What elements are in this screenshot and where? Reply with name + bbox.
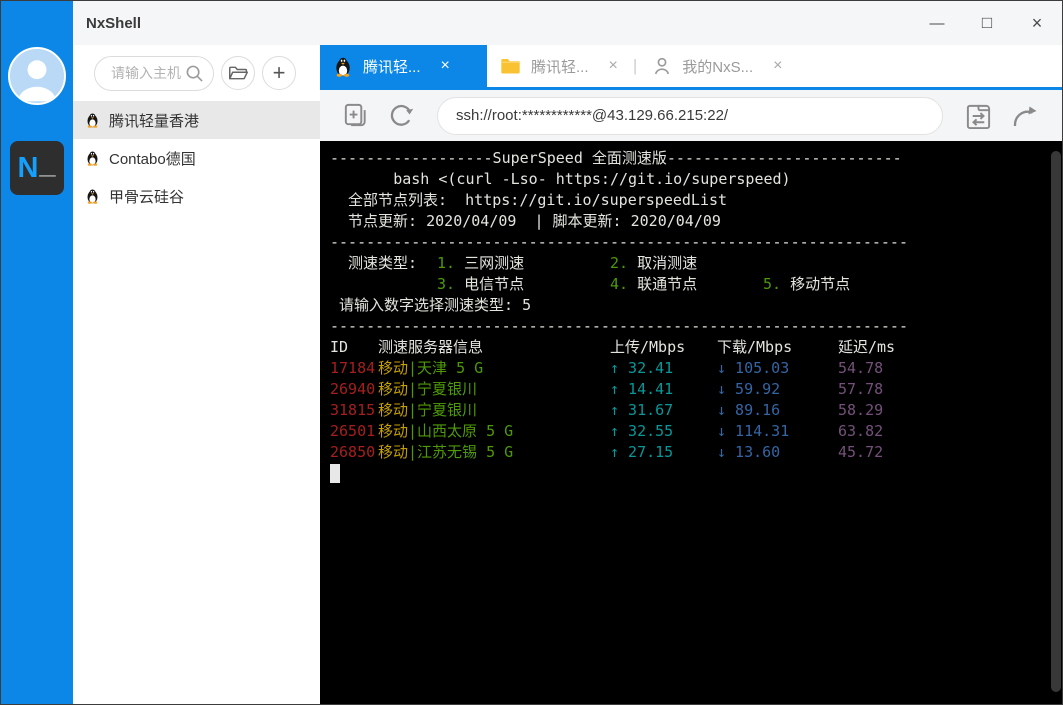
new-page-icon [341, 101, 370, 130]
url-input[interactable] [454, 106, 926, 125]
plus-icon: + [273, 62, 286, 84]
file-transfer-icon [964, 102, 993, 130]
open-folder-button[interactable] [221, 56, 255, 90]
tab-strip: 腾讯轻... × 腾讯轻... × | [320, 45, 1062, 90]
speedtest-row: 26850移动|江苏无锡 5 G↑ 27.15↓ 13.6045.72 [330, 442, 1048, 463]
reload-icon [386, 101, 416, 131]
redo-arrow-icon [1009, 102, 1039, 129]
tab-close-icon[interactable]: × [773, 57, 782, 75]
speedtest-row: 31815移动|宁夏银川↑ 31.67↓ 89.1658.29 [330, 400, 1048, 421]
user-icon [652, 56, 672, 76]
file-transfer-button[interactable] [959, 102, 998, 130]
speedtest-row: 26940移动|宁夏银川↑ 14.41↓ 59.9257.78 [330, 379, 1048, 400]
search-input-wrap [94, 56, 214, 91]
tux-icon [85, 150, 100, 166]
tab-label: 我的NxS... [682, 56, 753, 77]
url-field-wrap [437, 97, 943, 135]
speedtest-row: 17184移动|天津 5 G↑ 32.41↓ 105.0354.78 [330, 358, 1048, 379]
tab-label: 腾讯轻... [531, 56, 589, 77]
minimize-button[interactable]: — [912, 1, 962, 45]
tab-sftp-tencent[interactable]: 腾讯轻... × [487, 45, 631, 87]
terminal-cursor [330, 464, 340, 483]
logo-n: N [17, 152, 39, 185]
tab-session-tencent[interactable]: 腾讯轻... × [320, 45, 487, 87]
host-label: Contabo德国 [109, 148, 196, 169]
nxshell-window: N_ NxShell — □ × [0, 0, 1063, 705]
folder-open-icon [228, 64, 249, 82]
search-icon [185, 64, 204, 83]
terminal[interactable]: ------------------SuperSpeed 全面测速版------… [320, 141, 1062, 704]
reload-button[interactable] [381, 101, 421, 131]
host-item-contabo-de[interactable]: Contabo德国 [73, 139, 320, 177]
host-item-oracle-sv[interactable]: 甲骨云硅谷 [73, 177, 320, 215]
forward-button[interactable] [1004, 102, 1044, 129]
nxshell-logo[interactable]: N_ [10, 141, 64, 195]
tux-icon [85, 112, 100, 128]
tux-icon [85, 188, 100, 204]
titlebar: NxShell — □ × [73, 1, 1062, 45]
sidebar-rail: N_ [1, 1, 73, 704]
host-panel: + 腾讯轻量香港 [73, 45, 320, 704]
tab-close-icon[interactable]: × [609, 57, 618, 75]
user-avatar[interactable] [8, 47, 66, 105]
host-item-tencent-hk[interactable]: 腾讯轻量香港 [73, 101, 320, 139]
maximize-button[interactable]: □ [962, 1, 1012, 45]
tab-close-icon[interactable]: × [441, 57, 450, 75]
tab-my-nxshell[interactable]: 我的NxS... × [639, 45, 795, 87]
host-toolbar: + [73, 45, 320, 101]
tux-icon [333, 56, 353, 77]
window-controls: — □ × [912, 1, 1062, 45]
tab-label: 腾讯轻... [363, 56, 421, 77]
tab-separator: | [631, 56, 639, 76]
terminal-scrollbar-thumb[interactable] [1051, 151, 1061, 692]
host-list: 腾讯轻量香港 Contabo德国 [73, 101, 320, 704]
logo-underscore: _ [39, 148, 56, 181]
close-button[interactable]: × [1012, 1, 1062, 45]
host-label: 甲骨云硅谷 [109, 186, 184, 207]
add-host-button[interactable]: + [262, 56, 296, 90]
folder-icon [500, 57, 521, 75]
app-title: NxShell [86, 15, 141, 32]
person-icon [10, 49, 64, 103]
search-input[interactable] [109, 64, 191, 82]
speedtest-row: 26501移动|山西太原 5 G↑ 32.55↓ 114.3163.82 [330, 421, 1048, 442]
terminal-output: ------------------SuperSpeed 全面测速版------… [330, 148, 1048, 484]
new-session-button[interactable] [336, 101, 375, 130]
address-bar [320, 90, 1062, 141]
host-label: 腾讯轻量香港 [109, 110, 199, 131]
